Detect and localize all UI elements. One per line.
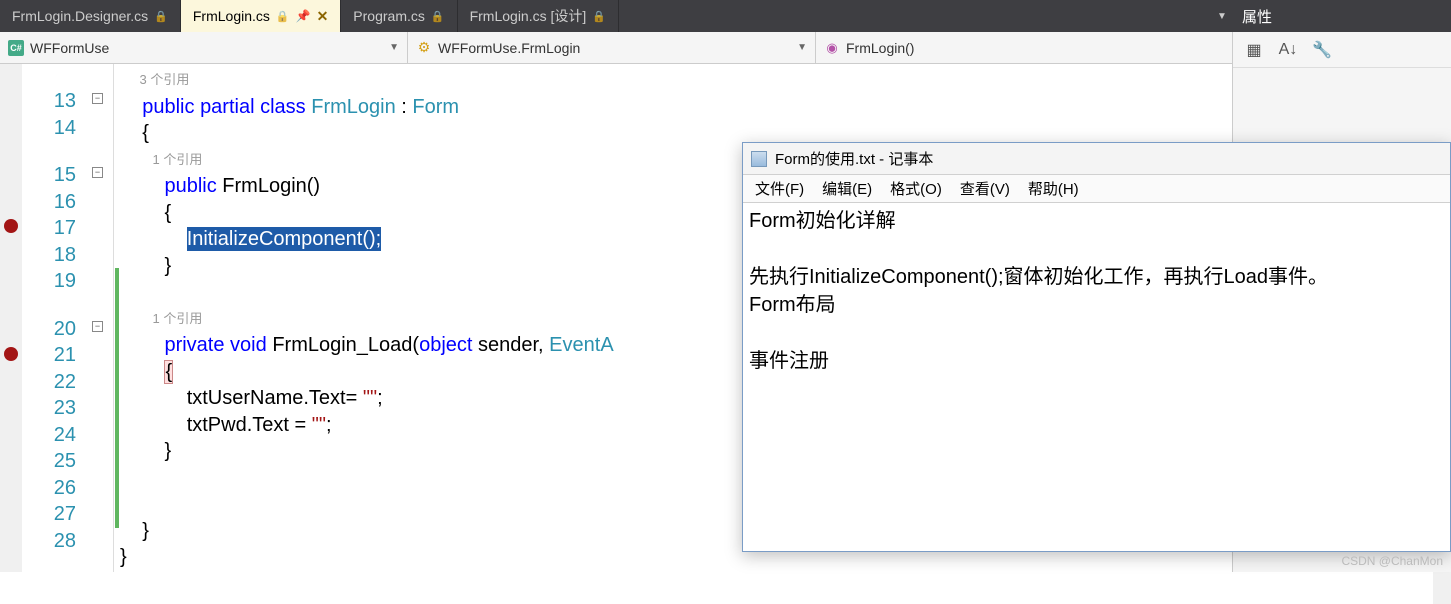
class-icon: ⚙ — [416, 40, 432, 56]
fold-gutter[interactable]: − − − — [86, 64, 114, 572]
notepad-titlebar[interactable]: Form的使用.txt - 记事本 — [743, 143, 1450, 175]
alphabetical-icon[interactable]: A↓ — [1277, 39, 1299, 61]
properties-toolbar: ▦ A↓ 🔧 — [1233, 32, 1451, 68]
method-icon: ◉ — [824, 40, 840, 56]
lock-icon: 🔒 — [431, 10, 445, 23]
lock-icon: 🔒 — [276, 10, 290, 23]
csharp-icon: C# — [8, 40, 24, 56]
class-selector[interactable]: ⚙WFFormUse.FrmLogin▼ — [408, 32, 816, 63]
menu-edit[interactable]: 编辑(E) — [822, 178, 872, 199]
line-number-gutter: 1314 1516171819 202122232425262728 — [22, 64, 86, 572]
selected-text: InitializeComponent(); — [187, 227, 382, 251]
properties-panel-title: 属性 — [1232, 0, 1451, 32]
breakpoint-icon[interactable] — [4, 347, 18, 361]
notepad-title-text: Form的使用.txt - 记事本 — [775, 148, 933, 169]
brace-highlight: { — [164, 360, 173, 384]
notepad-window[interactable]: Form的使用.txt - 记事本 文件(F) 编辑(E) 格式(O) 查看(V… — [742, 142, 1451, 552]
codelens-refs[interactable]: 1 个引用 — [153, 311, 203, 326]
pin-icon[interactable]: 📌 — [296, 9, 311, 23]
tab-overflow-dropdown[interactable]: ▼ — [1212, 0, 1232, 32]
chevron-down-icon: ▼ — [797, 42, 807, 53]
breakpoint-gutter[interactable] — [0, 64, 22, 572]
fold-toggle[interactable]: − — [92, 93, 103, 104]
menu-format[interactable]: 格式(O) — [890, 178, 942, 199]
notepad-icon — [751, 151, 767, 167]
tab-frmlogin[interactable]: FrmLogin.cs🔒📌✕ — [181, 0, 341, 32]
breakpoint-icon[interactable] — [4, 219, 18, 233]
codelens-refs[interactable]: 3 个引用 — [140, 72, 190, 87]
document-tabbar: FrmLogin.Designer.cs🔒 FrmLogin.cs🔒📌✕ Pro… — [0, 0, 1451, 32]
categorized-icon[interactable]: ▦ — [1243, 39, 1265, 61]
menu-file[interactable]: 文件(F) — [755, 178, 804, 199]
notepad-text-area[interactable]: Form初始化详解 先执行InitializeComponent();窗体初始化… — [743, 203, 1450, 379]
lock-icon: 🔒 — [154, 10, 168, 23]
scope-selector[interactable]: C#WFFormUse▼ — [0, 32, 408, 63]
wrench-icon[interactable]: 🔧 — [1311, 39, 1333, 61]
watermark: CSDN @ChanMon — [1341, 554, 1443, 568]
codelens-refs[interactable]: 1 个引用 — [153, 152, 203, 167]
fold-toggle[interactable]: − — [92, 167, 103, 178]
menu-help[interactable]: 帮助(H) — [1028, 178, 1079, 199]
tab-designer[interactable]: FrmLogin.Designer.cs🔒 — [0, 0, 181, 32]
close-icon[interactable]: ✕ — [317, 8, 329, 25]
chevron-down-icon: ▼ — [389, 42, 399, 53]
tab-program[interactable]: Program.cs🔒 — [341, 0, 457, 32]
menu-view[interactable]: 查看(V) — [960, 178, 1010, 199]
lock-icon: 🔒 — [592, 10, 606, 23]
notepad-menubar: 文件(F) 编辑(E) 格式(O) 查看(V) 帮助(H) — [743, 175, 1450, 203]
fold-toggle[interactable]: − — [92, 321, 103, 332]
tab-design[interactable]: FrmLogin.cs [设计]🔒 — [458, 0, 619, 32]
